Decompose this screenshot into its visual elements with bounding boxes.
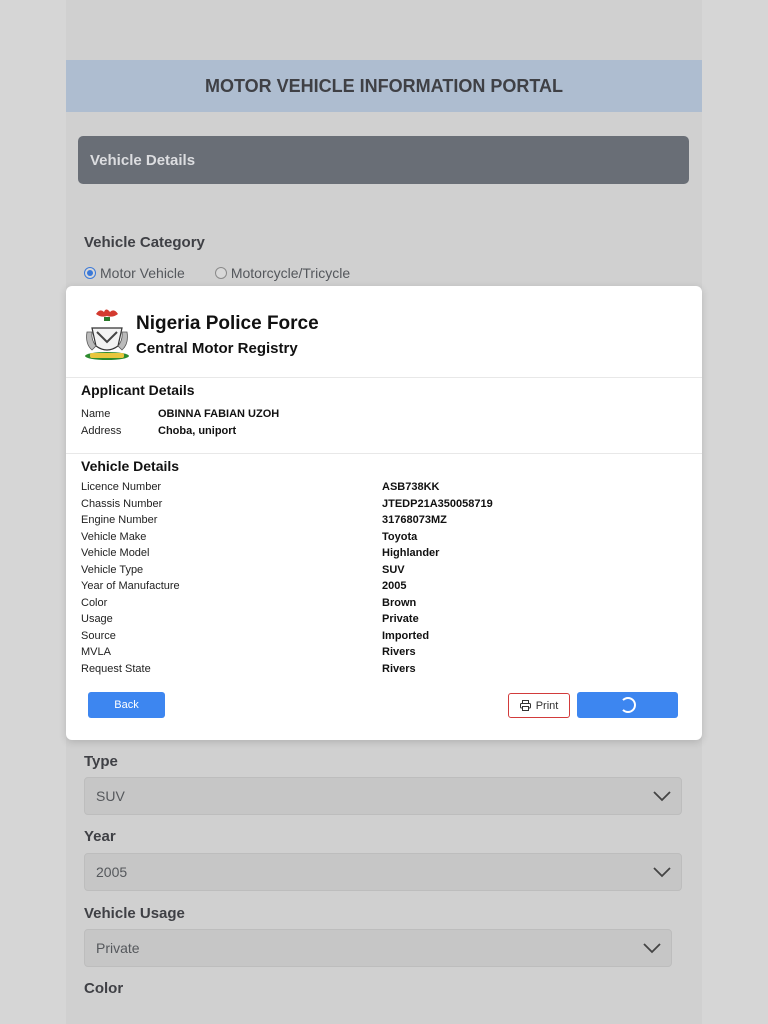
- vehicle-usage-label: Vehicle Usage: [84, 905, 185, 922]
- print-button-label: Print: [535, 699, 559, 712]
- vehicle-detail-key: Vehicle Model: [81, 547, 150, 559]
- vehicle-detail-value: Highlander: [382, 547, 440, 559]
- vehicle-detail-value: Brown: [382, 597, 417, 609]
- vehicle-detail-value: Toyota: [382, 531, 418, 543]
- applicant-details-title: Applicant Details: [81, 382, 195, 398]
- right-gutter: [702, 0, 768, 1024]
- vehicle-detail-value: 2005: [382, 580, 407, 592]
- vehicle-details-modal: Nigeria Police Force Central Motor Regis…: [66, 286, 702, 740]
- vehicle-detail-value: 31768073MZ: [382, 514, 447, 526]
- vehicle-detail-key: Source: [81, 630, 116, 642]
- year-select-value: 2005: [96, 864, 128, 880]
- back-button-label: Back: [114, 699, 139, 711]
- type-select-value: SUV: [96, 788, 125, 804]
- left-gutter: [0, 0, 66, 1024]
- vehicle-usage-select-value: Private: [96, 940, 140, 956]
- vehicle-detail-key: Engine Number: [81, 514, 158, 526]
- radio-motorcycle-tricycle[interactable]: [214, 267, 227, 279]
- vehicle-detail-key: Color: [81, 597, 108, 609]
- organization-subtitle: Central Motor Registry: [136, 340, 298, 357]
- applicant-details-section: Applicant Details Name OBINNA FABIAN UZO…: [66, 378, 702, 454]
- printer-icon: [519, 700, 531, 711]
- chevron-down-icon: [643, 943, 661, 954]
- vehicle-detail-value: Rivers: [382, 663, 416, 675]
- vehicle-detail-value: Rivers: [382, 646, 416, 658]
- vehicle-detail-key: MVLA: [81, 646, 111, 658]
- vehicle-detail-key: Request State: [81, 663, 151, 675]
- applicant-name-key: Name: [81, 408, 111, 420]
- print-button[interactable]: Print: [508, 693, 570, 718]
- vehicle-details-title: Vehicle Details: [81, 458, 180, 474]
- vehicle-detail-value: JTEDP21A350058719: [382, 498, 493, 510]
- vehicle-detail-value: Imported: [382, 630, 430, 642]
- organization-name: Nigeria Police Force: [136, 313, 319, 334]
- chevron-down-icon: [653, 791, 671, 802]
- police-emblem-icon: [85, 309, 129, 360]
- radio-motor-vehicle-label[interactable]: Motor Vehicle: [100, 265, 185, 281]
- applicant-address-key: Address: [81, 425, 122, 437]
- type-select[interactable]: SUV: [84, 777, 682, 815]
- loading-spinner-icon: [619, 697, 636, 713]
- portal-title: MOTOR VEHICLE INFORMATION PORTAL: [205, 75, 563, 96]
- vehicle-category-radio-group: Motor Vehicle Motorcycle/Tricycle: [84, 265, 350, 281]
- vehicle-category-label: Vehicle Category: [84, 234, 205, 251]
- modal-header: Nigeria Police Force Central Motor Regis…: [66, 286, 702, 378]
- applicant-name-value: OBINNA FABIAN UZOH: [158, 408, 280, 420]
- type-label: Type: [84, 753, 118, 770]
- year-select[interactable]: 2005: [84, 853, 682, 891]
- section-title: Vehicle Details: [90, 151, 196, 169]
- applicant-address-value: Choba, uniport: [158, 425, 237, 437]
- vehicle-detail-key: Licence Number: [81, 481, 162, 493]
- back-button[interactable]: Back: [88, 692, 165, 718]
- vehicle-detail-key: Vehicle Make: [81, 531, 147, 543]
- chevron-down-icon: [653, 867, 671, 878]
- vehicle-usage-select[interactable]: Private: [84, 929, 672, 967]
- vehicle-detail-value: Private: [382, 613, 419, 625]
- portal-header: MOTOR VEHICLE INFORMATION PORTAL: [66, 60, 702, 112]
- submit-button-loading[interactable]: [577, 692, 678, 718]
- vehicle-detail-value: ASB738KK: [382, 481, 440, 493]
- vehicle-detail-key: Chassis Number: [81, 498, 163, 510]
- radio-motorcycle-tricycle-label[interactable]: Motorcycle/Tricycle: [231, 265, 350, 281]
- color-label: Color: [84, 980, 124, 997]
- radio-motor-vehicle[interactable]: [84, 267, 96, 279]
- year-label: Year: [84, 828, 116, 845]
- vehicle-detail-key: Usage: [81, 613, 113, 625]
- vehicle-detail-value: SUV: [382, 564, 405, 576]
- vehicle-detail-key: Vehicle Type: [81, 564, 144, 576]
- vehicle-detail-key: Year of Manufacture: [81, 580, 180, 592]
- vehicle-details-section-header: Vehicle Details: [78, 136, 689, 184]
